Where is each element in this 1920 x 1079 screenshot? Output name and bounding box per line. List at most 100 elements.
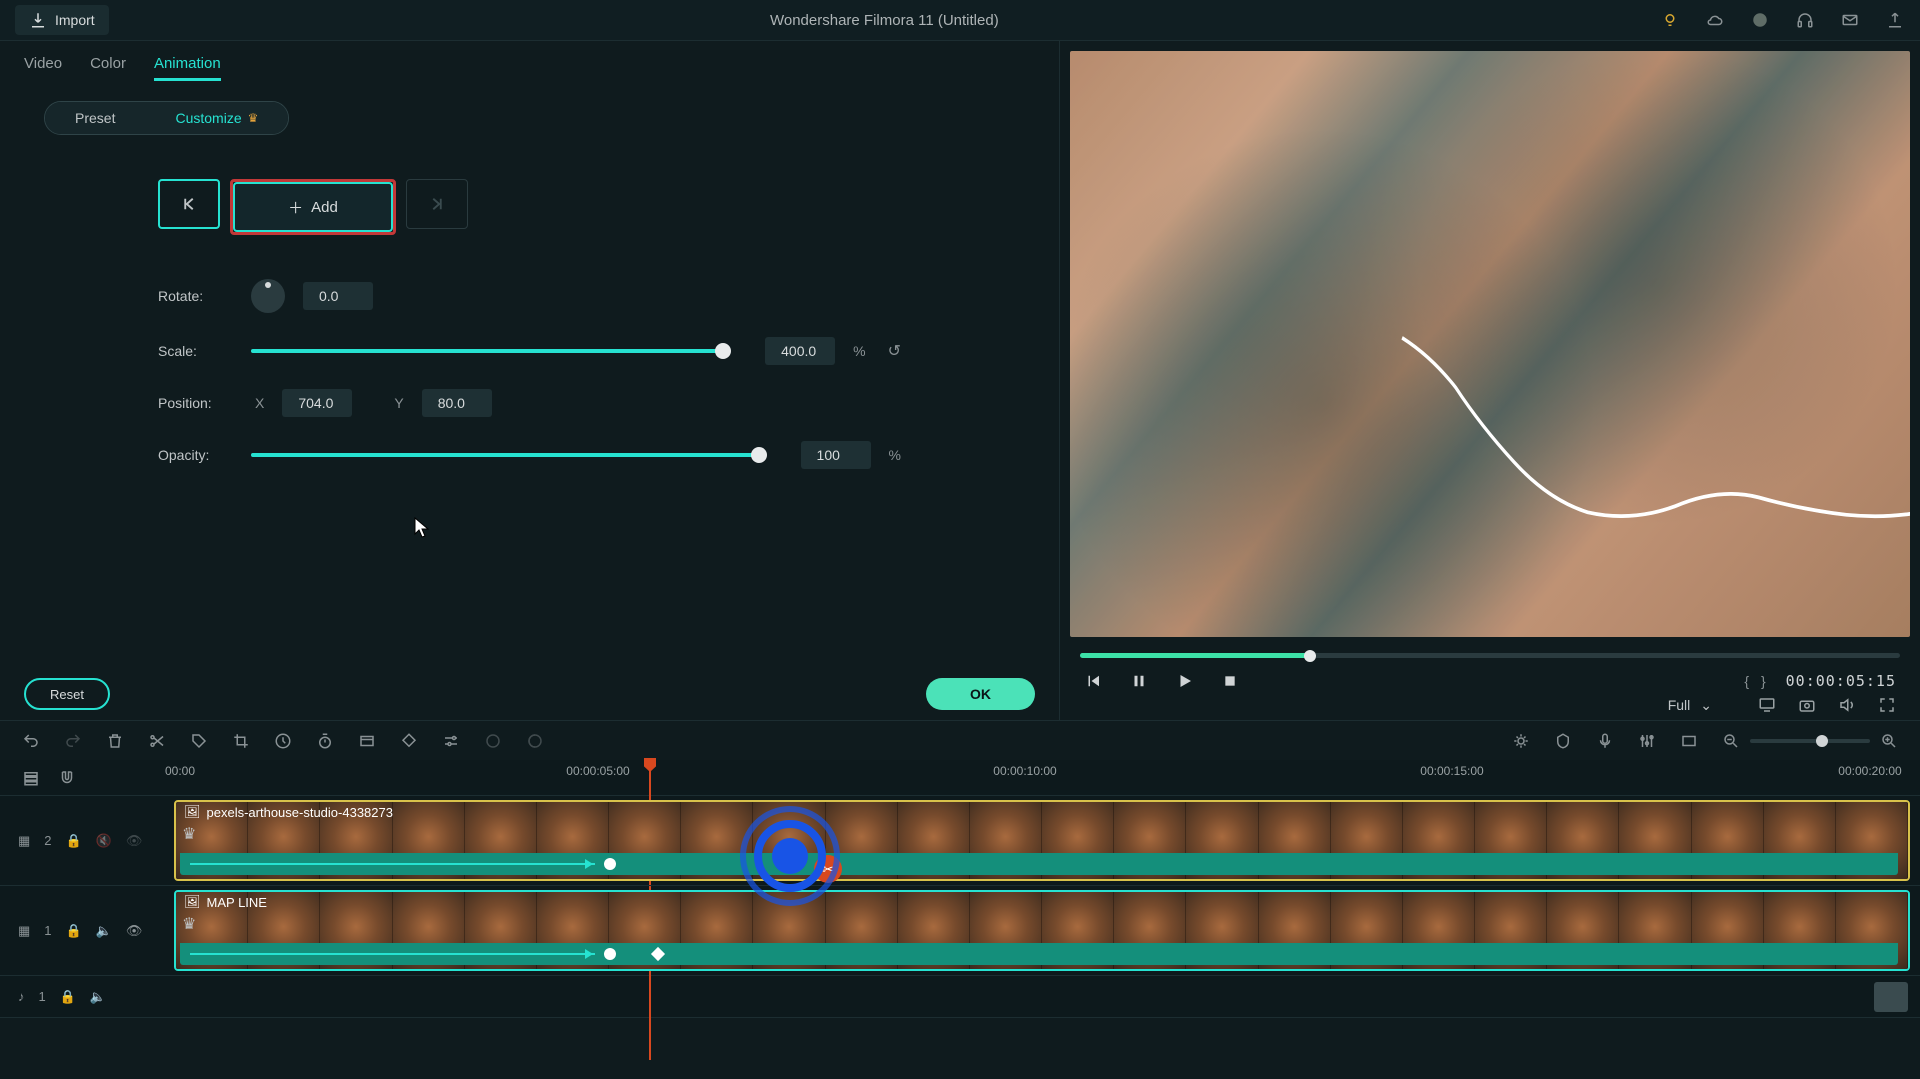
color-button[interactable] (400, 732, 418, 750)
ruler-15: 00:00:15:00 (1420, 764, 1483, 778)
track-v2-label: 2 (44, 833, 51, 848)
preset-customize-toggle[interactable]: Preset Customize ♛ (44, 101, 289, 135)
adjust-button[interactable] (442, 732, 460, 750)
scale-value[interactable]: 400.0 (765, 337, 835, 365)
opacity-unit: % (889, 447, 901, 463)
clip-mapline[interactable]: 🖼MAP LINE ♛ (174, 890, 1910, 971)
pos-y-label: Y (394, 395, 403, 411)
play-pause-button[interactable] (1130, 672, 1148, 690)
ruler-20: 00:00:20:00 (1838, 764, 1901, 778)
keyframe-bar[interactable] (180, 853, 1898, 875)
opacity-label: Opacity: (158, 447, 233, 463)
toggle-customize[interactable]: Customize ♛ (145, 102, 288, 134)
time-ruler[interactable]: 00:00 00:00:05:00 00:00:10:00 00:00:15:0… (170, 760, 1920, 795)
snapshot-icon[interactable] (1798, 696, 1816, 714)
undo-button[interactable] (22, 732, 40, 750)
marker-button[interactable] (1554, 732, 1572, 750)
rotate-label: Rotate: (158, 288, 233, 304)
reset-button[interactable]: Reset (24, 678, 110, 710)
track-visible-icon[interactable]: 👁 (126, 833, 143, 849)
track-mute-icon[interactable]: 🔈 (90, 989, 106, 1005)
time-button[interactable] (316, 732, 334, 750)
import-button[interactable]: Import (15, 5, 109, 35)
zoom-out-button[interactable] (1722, 732, 1740, 750)
mark-in-out-braces[interactable]: { } (1744, 673, 1769, 689)
ruler-5: 00:00:05:00 (566, 764, 629, 778)
speed-button[interactable] (274, 732, 292, 750)
track-a1-label: 1 (39, 989, 46, 1004)
import-label: Import (55, 12, 95, 28)
scale-slider[interactable] (251, 349, 723, 353)
ok-button[interactable]: OK (926, 678, 1035, 710)
image-type-icon: 🖼 (184, 894, 201, 910)
redo-button[interactable] (64, 732, 82, 750)
stop-button[interactable] (1222, 673, 1238, 689)
volume-icon[interactable] (1838, 696, 1856, 714)
zoom-in-button[interactable] (1880, 732, 1898, 750)
profile-icon[interactable] (1750, 10, 1770, 30)
mail-icon[interactable] (1840, 10, 1860, 30)
image-type-icon: 🖼 (184, 804, 201, 820)
mouse-cursor-icon (414, 517, 430, 539)
preview-scrub-bar[interactable] (1080, 653, 1900, 658)
export-icon[interactable] (1885, 10, 1905, 30)
mixer-button[interactable] (1638, 732, 1656, 750)
chevron-down-icon: ⌄ (1700, 697, 1712, 714)
clip-pexels[interactable]: 🖼pexels-arthouse-studio-4338273 ♛ (174, 800, 1910, 881)
play-button[interactable] (1176, 672, 1194, 690)
magnet-button[interactable] (58, 769, 76, 787)
zoom-slider[interactable] (1750, 739, 1870, 743)
track-manage-button[interactable] (22, 769, 40, 787)
pos-x-value[interactable]: 704.0 (282, 389, 352, 417)
preview-viewport[interactable] (1070, 51, 1910, 637)
track-mute-icon[interactable]: 🔇 (96, 833, 112, 849)
render-button[interactable] (1512, 732, 1530, 750)
freeze-button[interactable] (358, 732, 376, 750)
lightbulb-icon[interactable] (1660, 10, 1680, 30)
pos-x-label: X (255, 395, 264, 411)
tag-button[interactable] (190, 732, 208, 750)
keyframe-bar[interactable] (180, 943, 1898, 965)
split-button[interactable] (148, 732, 166, 750)
crown-icon: ♛ (182, 914, 196, 934)
audio-track-body[interactable] (170, 976, 1920, 1017)
ruler-0: 00:00 (165, 764, 195, 778)
crop-button[interactable] (232, 732, 250, 750)
track-lock-icon[interactable]: 🔒 (66, 923, 82, 939)
pos-y-value[interactable]: 80.0 (422, 389, 492, 417)
greenscreen-button[interactable] (484, 732, 502, 750)
mini-preview-thumb[interactable] (1874, 982, 1908, 1012)
display-mode-select[interactable]: Full ⌄ (1668, 697, 1712, 714)
split-marker-icon[interactable]: ✂ (814, 855, 842, 883)
record-button[interactable] (1596, 732, 1614, 750)
headphones-icon[interactable] (1795, 10, 1815, 30)
track-size-button[interactable] (1680, 732, 1698, 750)
tab-video[interactable]: Video (24, 55, 62, 81)
rotate-knob[interactable] (251, 279, 285, 313)
position-label: Position: (158, 395, 233, 411)
track-audio-icon: ♪ (18, 989, 25, 1004)
add-keyframe-button[interactable]: ＋ Add (233, 182, 393, 232)
tab-color[interactable]: Color (90, 55, 126, 81)
tab-animation[interactable]: Animation (154, 55, 221, 81)
prev-keyframe-button[interactable] (158, 179, 220, 229)
app-title: Wondershare Filmora 11 (Untitled) (109, 12, 1660, 29)
plus-icon: ＋ (288, 197, 303, 218)
toggle-preset[interactable]: Preset (45, 102, 145, 134)
track-visible-icon[interactable]: 👁 (126, 923, 143, 939)
track-lock-icon[interactable]: 🔒 (66, 833, 82, 849)
monitor-icon[interactable] (1758, 696, 1776, 714)
rotate-value[interactable]: 0.0 (303, 282, 373, 310)
opacity-value[interactable]: 100 (801, 441, 871, 469)
scale-reset-icon[interactable]: ↺ (888, 341, 901, 361)
cloud-icon[interactable] (1705, 10, 1725, 30)
delete-button[interactable] (106, 732, 124, 750)
fullscreen-icon[interactable] (1878, 696, 1896, 714)
opacity-slider[interactable] (251, 453, 759, 457)
mask-button[interactable] (526, 732, 544, 750)
next-keyframe-button[interactable] (406, 179, 468, 229)
track-lock-icon[interactable]: 🔒 (60, 989, 76, 1005)
step-back-button[interactable] (1084, 672, 1102, 690)
track-mute-icon[interactable]: 🔈 (96, 923, 112, 939)
crown-icon: ♛ (182, 824, 196, 844)
